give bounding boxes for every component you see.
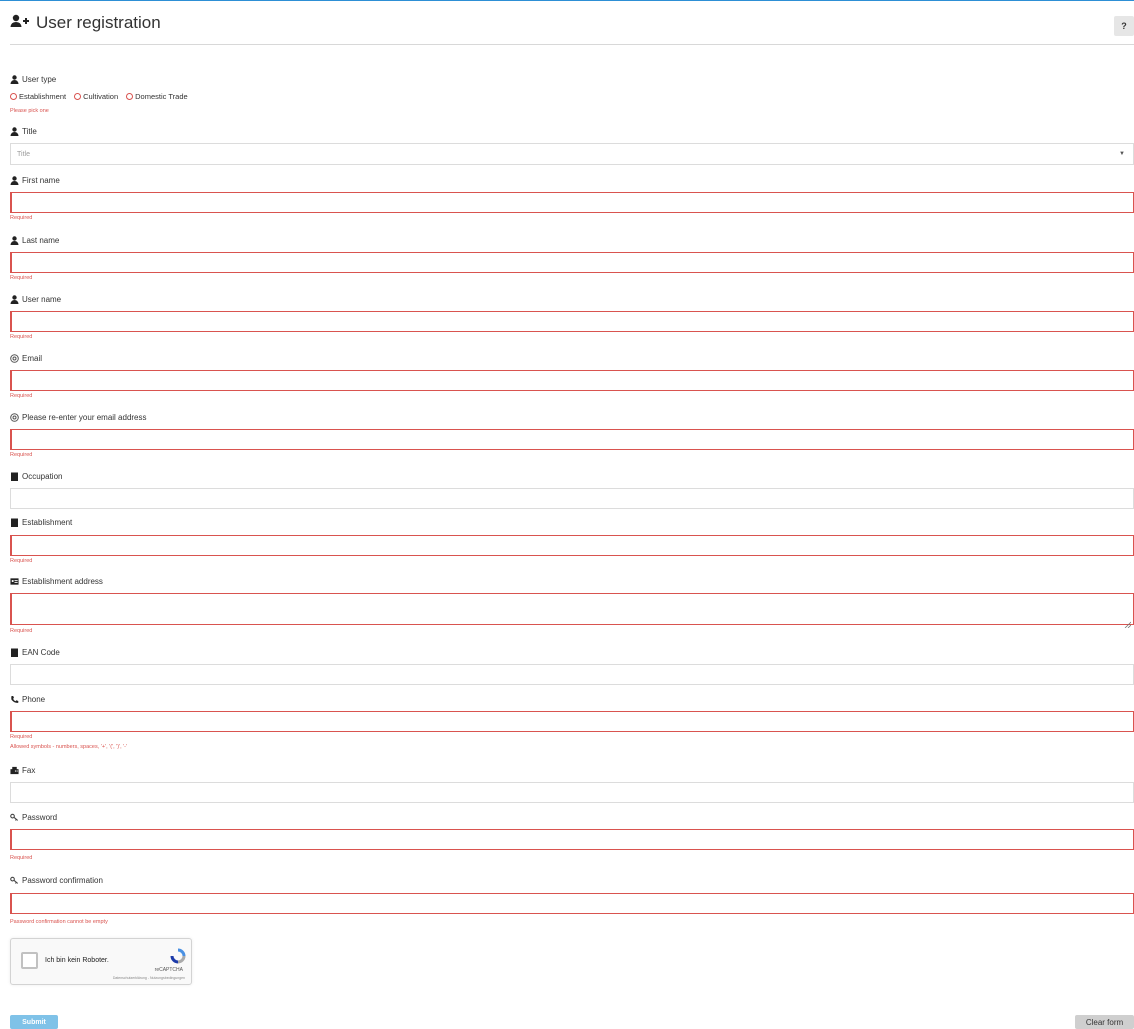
address-card-icon xyxy=(10,577,19,586)
radio-circle[interactable] xyxy=(10,93,17,100)
page-title: User registration xyxy=(10,13,161,33)
at-icon xyxy=(10,413,19,422)
occupation-input[interactable] xyxy=(10,488,1134,509)
phone-label: Phone xyxy=(10,695,45,704)
fax-icon xyxy=(10,766,19,775)
help-button[interactable]: ? xyxy=(1114,16,1134,36)
ean-code-label: EAN Code xyxy=(10,648,60,657)
page-header: User registration ? xyxy=(10,10,1134,44)
resize-grip-icon[interactable] xyxy=(1124,615,1132,629)
fax-input[interactable] xyxy=(10,782,1134,803)
recaptcha-widget: Ich bin kein Roboter. reCAPTCHA Datensch… xyxy=(10,938,192,985)
establishment-address-label: Establishment address xyxy=(10,577,103,586)
occupation-label: Occupation xyxy=(10,472,62,481)
user-name-error: Required xyxy=(10,334,33,340)
user-type-error: Please pick one xyxy=(10,108,49,114)
user-icon xyxy=(10,127,19,136)
first-name-error: Required xyxy=(10,215,33,221)
user-icon xyxy=(10,75,19,84)
establishment-address-textarea[interactable] xyxy=(10,593,1134,629)
establishment-label: Establishment xyxy=(10,518,72,527)
user-type-label: User type xyxy=(10,75,56,84)
radio-cultivation[interactable]: Cultivation xyxy=(74,92,118,101)
radio-circle[interactable] xyxy=(126,93,134,100)
password-input[interactable] xyxy=(10,829,1134,850)
user-add-icon xyxy=(10,14,30,33)
header-divider xyxy=(10,44,1134,45)
radio-establishment[interactable]: Establishment xyxy=(10,92,66,101)
user-name-label: User name xyxy=(10,295,61,304)
email-label: Email xyxy=(10,354,42,363)
password-confirm-error: Password confirmation cannot be empty xyxy=(10,919,108,925)
password-error: Required xyxy=(10,855,33,861)
top-accent-line xyxy=(0,0,1134,1)
recaptcha-label: Ich bin kein Roboter. xyxy=(45,957,109,964)
email-confirm-input[interactable] xyxy=(10,429,1134,450)
radio-domestic-trade[interactable]: Domestic Trade xyxy=(126,92,188,101)
email-confirm-error: Required xyxy=(10,452,33,458)
user-icon xyxy=(10,176,19,185)
establishment-error: Required xyxy=(10,558,33,564)
building-icon xyxy=(10,518,19,527)
key-icon xyxy=(10,813,19,822)
user-icon xyxy=(10,295,19,304)
recaptcha-links[interactable]: Datenschutzerklärung - Nutzungsbedingung… xyxy=(113,976,185,980)
at-icon xyxy=(10,354,19,363)
user-icon xyxy=(10,236,19,245)
caret-down-icon: ▼ xyxy=(1119,151,1125,157)
ean-code-input[interactable] xyxy=(10,664,1134,685)
page-title-text: User registration xyxy=(36,13,161,32)
establishment-input[interactable] xyxy=(10,535,1134,556)
recaptcha-brand: reCAPTCHA xyxy=(154,967,183,973)
last-name-input[interactable] xyxy=(10,252,1134,273)
title-select[interactable]: Title ▼ xyxy=(10,143,1134,165)
last-name-error: Required xyxy=(10,275,33,281)
email-input[interactable] xyxy=(10,370,1134,391)
user-name-input[interactable] xyxy=(10,311,1134,332)
building-icon xyxy=(10,472,19,481)
key-icon xyxy=(10,876,19,885)
first-name-label: First name xyxy=(10,176,60,185)
password-confirm-label: Password confirmation xyxy=(10,876,103,885)
password-confirm-input[interactable] xyxy=(10,893,1134,914)
last-name-label: Last name xyxy=(10,236,59,245)
email-confirm-label: Please re-enter your email address xyxy=(10,413,147,422)
title-label: Title xyxy=(10,127,37,136)
fax-label: Fax xyxy=(10,766,35,775)
email-error: Required xyxy=(10,393,33,399)
first-name-input[interactable] xyxy=(10,192,1134,213)
password-label: Password xyxy=(10,813,57,822)
phone-input[interactable] xyxy=(10,711,1134,732)
submit-button[interactable]: Submit xyxy=(10,1015,58,1029)
phone-error: Required xyxy=(10,734,33,740)
establishment-address-error: Required xyxy=(10,628,33,634)
barcode-icon xyxy=(10,648,19,657)
phone-hint: Allowed symbols - numbers, spaces, '+', … xyxy=(10,744,128,750)
phone-icon xyxy=(10,695,19,704)
recaptcha-checkbox[interactable] xyxy=(21,952,38,969)
user-type-radio-group: Establishment Cultivation Domestic Trade xyxy=(10,92,188,101)
radio-circle[interactable] xyxy=(74,93,82,100)
clear-form-button[interactable]: Clear form xyxy=(1075,1015,1134,1029)
